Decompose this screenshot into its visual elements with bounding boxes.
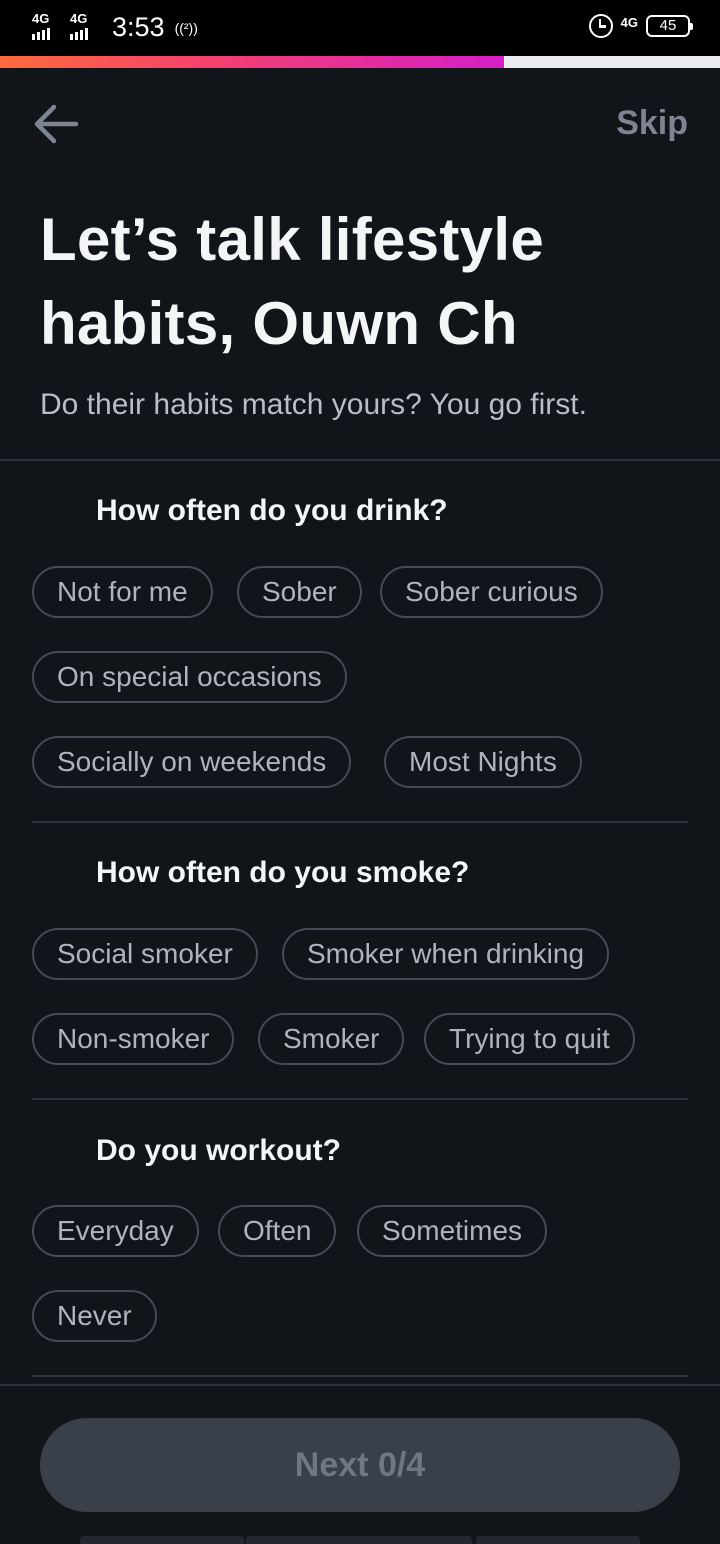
option-chip[interactable]: Never — [32, 1290, 157, 1342]
option-chip[interactable]: Sometimes — [357, 1205, 548, 1257]
arrow-left-icon — [34, 104, 79, 144]
chip-peek — [476, 1536, 640, 1544]
divider — [32, 821, 688, 823]
footer-divider — [0, 1384, 720, 1386]
page-title: Let’s talk lifestyle habits, Ouwn Ch — [40, 206, 544, 357]
signal-icon: 4G — [32, 12, 62, 42]
next-button[interactable]: Next 0/4 — [40, 1418, 680, 1512]
option-chip[interactable]: Trying to quit — [424, 1013, 635, 1065]
page-subtitle: Do their habits match yours? You go firs… — [40, 388, 587, 421]
skip-button[interactable]: Skip — [616, 104, 688, 143]
option-chip[interactable]: Social smoker — [32, 928, 258, 980]
battery-icon: 45 — [646, 15, 693, 37]
status-bar: 4G 4G 3:53 ((²)) 4G 45 — [0, 0, 720, 56]
alarm-icon — [588, 14, 613, 38]
divider — [32, 1098, 688, 1100]
onboarding-progress-bar — [0, 56, 720, 68]
option-chip[interactable]: Most Nights — [384, 736, 582, 788]
option-chip[interactable]: Sober — [237, 566, 362, 618]
back-button[interactable] — [30, 98, 82, 150]
option-chip[interactable]: Often — [218, 1205, 337, 1257]
network-type: 4G — [32, 11, 50, 26]
network-type: 4G — [620, 14, 638, 30]
option-chip[interactable]: On special occasions — [32, 651, 347, 703]
option-chip[interactable]: Not for me — [32, 566, 213, 618]
option-chip[interactable]: Socially on weekends — [32, 736, 352, 788]
option-chip[interactable]: Smoker when drinking — [282, 928, 610, 980]
chip-peek — [246, 1536, 472, 1544]
hotspot-icon: ((²)) — [174, 20, 198, 36]
option-chip[interactable]: Sober curious — [380, 566, 603, 618]
section-title-smoke: How often do you smoke? — [96, 856, 470, 889]
progress-fill — [0, 56, 504, 68]
option-chip[interactable]: Everyday — [32, 1205, 199, 1257]
signal-icon: 4G — [70, 12, 100, 42]
section-title-workout: Do you workout? — [96, 1134, 341, 1167]
divider — [0, 459, 720, 461]
option-chip[interactable]: Smoker — [258, 1013, 405, 1065]
chip-peek — [80, 1536, 244, 1544]
clock: 3:53 — [112, 12, 165, 42]
option-chip[interactable]: Non-smoker — [32, 1013, 235, 1065]
network-type: 4G — [70, 11, 88, 26]
section-title-drink: How often do you drink? — [96, 494, 448, 527]
divider — [32, 1375, 688, 1377]
